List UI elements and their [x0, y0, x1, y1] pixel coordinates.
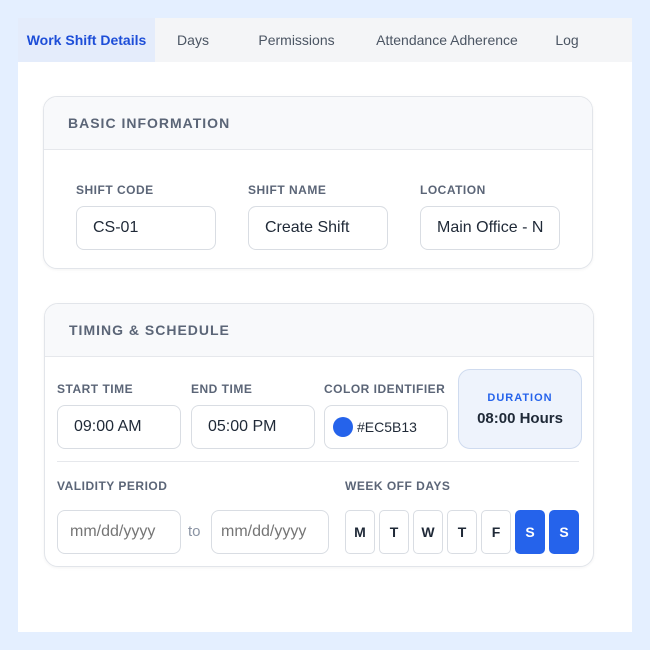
basic-information-card: BASIC INFORMATION SHIFT CODE SHIFT NAME …	[43, 96, 593, 269]
duration-value: 08:00 Hours	[477, 409, 563, 427]
week-day-toggle[interactable]: M	[345, 510, 375, 554]
tab-attendance-adherence[interactable]: Attendance Adherence	[362, 18, 532, 62]
color-identifier-label: COLOR IDENTIFIER	[324, 382, 446, 396]
duration-box: DURATION 08:00 Hours	[458, 369, 582, 449]
validity-from-input[interactable]	[57, 510, 181, 554]
section-divider	[57, 461, 579, 462]
shift-name-input[interactable]	[248, 206, 388, 250]
start-time-input[interactable]	[57, 405, 181, 449]
tab-bar: Work Shift Details Days Permissions Atte…	[18, 18, 632, 62]
shift-code-input[interactable]	[76, 206, 216, 250]
week-day-toggle[interactable]: F	[481, 510, 511, 554]
basic-information-title: BASIC INFORMATION	[44, 97, 592, 150]
shift-name-label: SHIFT NAME	[248, 183, 327, 197]
duration-label: DURATION	[487, 391, 553, 404]
validity-period-label: VALIDITY PERIOD	[57, 479, 168, 493]
shift-form-panel: Work Shift Details Days Permissions Atte…	[18, 18, 632, 632]
start-time-label: START TIME	[57, 382, 134, 396]
week-day-toggle[interactable]: S	[549, 510, 579, 554]
validity-to-label: to	[188, 523, 201, 540]
end-time-label: END TIME	[191, 382, 253, 396]
color-identifier-picker[interactable]: #EC5B13	[324, 405, 448, 449]
tab-permissions[interactable]: Permissions	[231, 18, 362, 62]
location-input[interactable]	[420, 206, 560, 250]
week-day-toggle[interactable]: S	[515, 510, 545, 554]
timing-schedule-card: TIMING & SCHEDULE START TIME END TIME CO…	[44, 303, 594, 567]
week-day-toggle[interactable]: W	[413, 510, 443, 554]
tab-days[interactable]: Days	[155, 18, 231, 62]
tab-log[interactable]: Log	[532, 18, 602, 62]
validity-to-input[interactable]	[211, 510, 329, 554]
location-label: LOCATION	[420, 183, 486, 197]
week-day-toggle[interactable]: T	[379, 510, 409, 554]
color-swatch-icon	[333, 417, 353, 437]
end-time-input[interactable]	[191, 405, 315, 449]
color-identifier-value: #EC5B13	[357, 419, 417, 435]
week-off-days-label: WEEK OFF DAYS	[345, 479, 451, 493]
week-day-toggle[interactable]: T	[447, 510, 477, 554]
shift-code-label: SHIFT CODE	[76, 183, 154, 197]
timing-schedule-title: TIMING & SCHEDULE	[45, 304, 593, 357]
tab-work-shift-details[interactable]: Work Shift Details	[18, 18, 155, 62]
